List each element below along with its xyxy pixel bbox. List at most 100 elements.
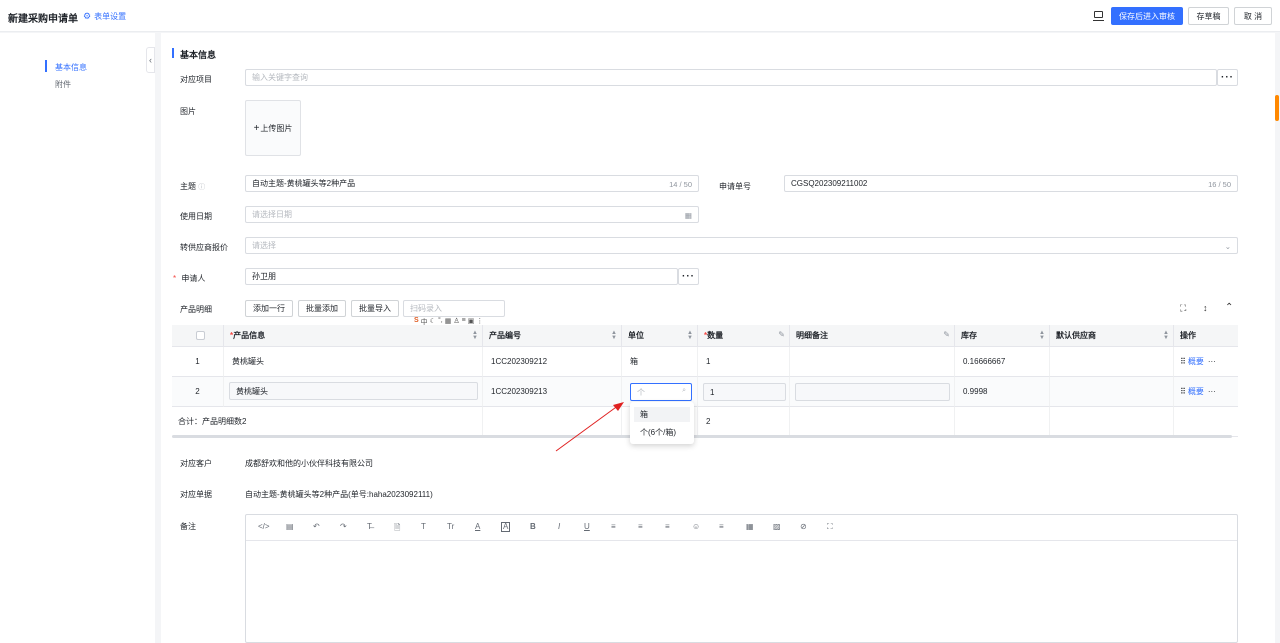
- edit-icon[interactable]: ✎: [778, 331, 785, 339]
- row-index: 1: [172, 347, 224, 377]
- summary-link[interactable]: 概要: [1188, 386, 1204, 397]
- fullscreen-icon[interactable]: ⛶: [1180, 303, 1186, 314]
- scan-input[interactable]: 扫码录入: [403, 300, 505, 317]
- sort-icon: ▲ ▼: [472, 330, 478, 341]
- upload-image-button[interactable]: + 上传图片: [245, 100, 301, 156]
- nav-item-basic-info[interactable]: 基本信息: [55, 62, 87, 73]
- total-note-cell: [790, 407, 955, 437]
- chevron-down-icon: ⌄: [1224, 242, 1231, 251]
- collapse-sidebar-button[interactable]: ‹: [146, 47, 155, 73]
- header-detail-note[interactable]: 明细备注 ✎: [790, 325, 955, 347]
- font-family-icon[interactable]: Tr: [447, 522, 454, 531]
- underline-icon[interactable]: U: [584, 522, 590, 531]
- quote-placeholder: 请选择: [252, 241, 276, 250]
- bold-icon[interactable]: B: [530, 522, 536, 531]
- monitor-icon[interactable]: [1093, 11, 1104, 21]
- header-default-supplier[interactable]: 默认供应商 ▲ ▼: [1050, 325, 1174, 347]
- align-right-icon[interactable]: ≡: [665, 522, 670, 531]
- row-supplier[interactable]: [1050, 347, 1174, 377]
- applicant-label-text: 申请人: [181, 274, 206, 283]
- subject-input[interactable]: 自动主题-黄桃罐头等2种产品 14 / 50: [245, 175, 699, 192]
- drag-handle-icon[interactable]: ⠿: [1180, 387, 1186, 396]
- page-scrollbar[interactable]: [1275, 95, 1279, 121]
- divider-icon[interactable]: ≡: [719, 522, 724, 531]
- row-note-cell: [790, 377, 955, 407]
- more-icon[interactable]: ···: [1208, 357, 1216, 366]
- doc-icon[interactable]: 🗎: [394, 522, 400, 536]
- batch-import-button[interactable]: 批量导入: [351, 300, 399, 317]
- select-all-checkbox[interactable]: [196, 331, 205, 340]
- drag-handle-icon[interactable]: ⠿: [1180, 357, 1186, 366]
- edit-icon[interactable]: ✎: [943, 331, 950, 339]
- quote-select[interactable]: 请选择 ⌄: [245, 237, 1238, 254]
- row-supplier[interactable]: [1050, 377, 1174, 407]
- align-left-icon[interactable]: ≡: [611, 522, 616, 531]
- clear-format-icon[interactable]: T̶: [367, 522, 372, 531]
- summary-link[interactable]: 概要: [1188, 356, 1204, 367]
- row-product-input[interactable]: 黄桃罐头: [229, 382, 478, 400]
- applicant-label: * 申请人: [173, 273, 205, 284]
- attachment-icon[interactable]: ⊘: [800, 522, 807, 531]
- chevron-up-icon[interactable]: ⌃: [1225, 302, 1233, 313]
- redo-icon[interactable]: ↷: [340, 522, 347, 531]
- document-value: 自动主题-黄桃罐头等2种产品(单号:haha2023092111): [245, 490, 433, 499]
- applicant-more-button[interactable]: ···: [678, 268, 699, 285]
- header-product-info[interactable]: * 产品信息 ▲ ▼: [224, 325, 483, 347]
- table-icon[interactable]: ▦: [746, 522, 754, 531]
- background-color-icon[interactable]: A: [501, 522, 511, 532]
- help-icon[interactable]: ⓘ: [198, 184, 205, 191]
- apply-no-input[interactable]: CGSQ202309211002 16 / 50: [784, 175, 1238, 192]
- unit-option-piece[interactable]: 个(6个/箱): [634, 425, 690, 440]
- row-unit[interactable]: 箱: [622, 347, 698, 377]
- section-indicator: [172, 48, 174, 58]
- paragraph-icon[interactable]: ▤: [286, 522, 294, 531]
- add-row-button[interactable]: 添加一行: [245, 300, 293, 317]
- row-unit-select[interactable]: 个 ⌕: [630, 383, 692, 401]
- row-qty[interactable]: 1: [698, 347, 790, 377]
- row-note-input[interactable]: [795, 383, 950, 401]
- header-stock[interactable]: 库存 ▲ ▼: [955, 325, 1050, 347]
- upload-label: 上传图片: [260, 123, 293, 133]
- more-icon[interactable]: ···: [1208, 387, 1216, 396]
- sort-vertical-icon[interactable]: ↕: [1203, 303, 1208, 313]
- italic-icon[interactable]: I: [558, 522, 560, 531]
- subject-label: 主题 ⓘ: [180, 181, 205, 192]
- save-draft-button[interactable]: 存草稿: [1188, 7, 1229, 25]
- project-input[interactable]: 输入关键字查询: [245, 69, 1217, 86]
- fullscreen-icon[interactable]: ⛶: [827, 522, 833, 532]
- font-size-icon[interactable]: T: [421, 522, 426, 531]
- use-date-input[interactable]: 请选择日期 ▦: [245, 206, 699, 223]
- row-product[interactable]: 黄桃罐头: [224, 347, 483, 377]
- form-settings-label: 表单设置: [94, 12, 127, 21]
- row-qty-input[interactable]: 1: [703, 383, 786, 401]
- project-more-button[interactable]: ···: [1217, 69, 1238, 86]
- search-icon: ⌕: [682, 387, 686, 394]
- header-detail-note-label: 明细备注: [796, 331, 828, 340]
- emoji-icon[interactable]: ☺: [692, 522, 700, 531]
- align-center-icon[interactable]: ≡: [638, 522, 643, 531]
- top-bar: 新建采购申请单 ⚙ 表单设置 保存后进入审核 存草稿 取 消: [0, 0, 1280, 32]
- row-note[interactable]: [790, 347, 955, 377]
- nav-item-attachments[interactable]: 附件: [55, 79, 71, 90]
- header-quantity[interactable]: * 数量 ✎: [698, 325, 790, 347]
- arrow-line: [555, 404, 620, 452]
- image-icon[interactable]: ▨: [773, 522, 781, 531]
- save-review-button[interactable]: 保存后进入审核: [1111, 7, 1183, 25]
- cancel-button[interactable]: 取 消: [1234, 7, 1272, 25]
- row-qty-cell: 1: [698, 377, 790, 407]
- annotation-arrow: [555, 402, 624, 452]
- header-unit[interactable]: 单位 ▲ ▼: [622, 325, 698, 347]
- applicant-input[interactable]: 孙卫朋: [245, 268, 678, 285]
- font-color-icon[interactable]: A: [475, 522, 480, 531]
- row-index: 2: [172, 377, 224, 407]
- table-header-checkbox-cell: [172, 325, 224, 347]
- form-settings-link[interactable]: ⚙ 表单设置: [83, 11, 126, 22]
- header-unit-label: 单位: [628, 331, 644, 340]
- customer-label: 对应客户: [180, 459, 212, 468]
- unit-option-box[interactable]: 箱: [634, 407, 690, 422]
- table-horizontal-scrollbar[interactable]: [172, 435, 1232, 438]
- undo-icon[interactable]: ↶: [313, 522, 320, 531]
- code-icon[interactable]: </>: [258, 522, 270, 531]
- batch-add-button[interactable]: 批量添加: [298, 300, 346, 317]
- header-product-code[interactable]: 产品编号 ▲ ▼: [483, 325, 622, 347]
